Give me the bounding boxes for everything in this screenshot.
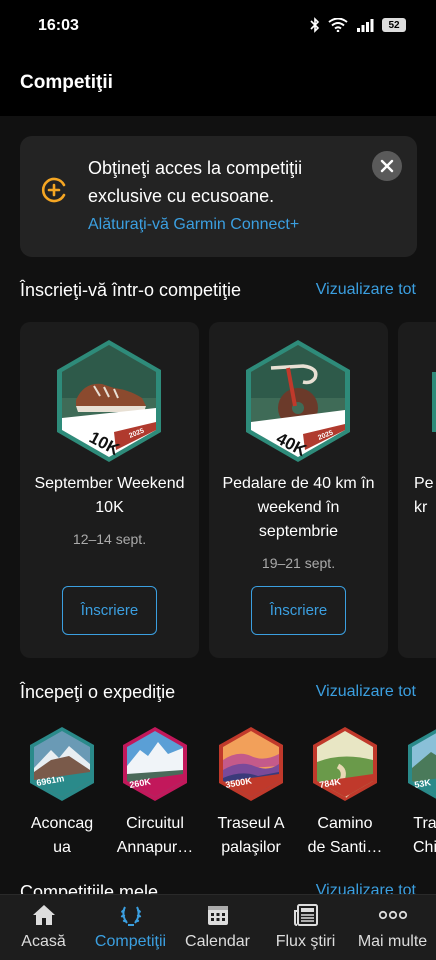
nav-label: Flux ştiri xyxy=(275,933,336,950)
home-icon xyxy=(32,905,55,925)
expeditions-section-title: Începeţi o expediţie xyxy=(20,682,176,702)
expedition-name: Tra Chi xyxy=(412,815,436,856)
join-connect-plus-link[interactable]: Alăturaţi-vă Garmin Connect+ xyxy=(88,216,299,234)
nav-label: Calendar xyxy=(185,933,250,950)
page-title: Competiţii xyxy=(20,72,113,93)
my-competitions-view-all-link[interactable]: Vizualizare tot xyxy=(316,882,416,894)
laurel-icon xyxy=(120,906,141,926)
competition-date: 19–21 sept. xyxy=(261,555,336,571)
main-content[interactable]: Obţineţi acces la competiţii exclusive c… xyxy=(0,116,436,894)
nav-label: Competiţii xyxy=(94,933,167,950)
competitions-view-all-link[interactable]: Vizualizare tot xyxy=(316,281,416,299)
competition-name: September Weekend 10K xyxy=(34,475,185,516)
expedition-name: Circuitul Annapur… xyxy=(116,815,194,856)
competition-card[interactable]: 10K 2025 September Weekend 10K 12–14 sep… xyxy=(20,322,199,658)
connect-plus-icon xyxy=(41,177,66,203)
calendar-icon xyxy=(207,906,228,925)
expedition-name: Aconcag ua xyxy=(30,815,94,856)
running-10k-badge: 10K 2025 xyxy=(57,340,161,462)
bottom-navigation: Acasă Competiţii Calendar Flux ştiri Mai… xyxy=(0,894,436,960)
nav-calendar[interactable]: Calendar xyxy=(174,903,261,951)
nav-more[interactable]: Mai multe xyxy=(349,903,436,951)
expedition-name: Camino de Santi… xyxy=(307,815,383,856)
promo-title: Obţineţi acces la competiţii exclusive c… xyxy=(88,158,303,206)
app-header: Competiţii xyxy=(0,52,436,116)
nav-competitions[interactable]: Competiţii xyxy=(87,903,174,951)
news-icon xyxy=(293,904,318,926)
register-button[interactable]: Înscriere xyxy=(62,586,157,635)
expedition-name: Traseul A palaşilor xyxy=(217,815,285,856)
cycling-40k-badge: 40K 2025 xyxy=(246,340,350,462)
my-competitions-title: Competiţiile mele xyxy=(20,882,159,894)
competitions-section-title: Înscrieţi-vă într-o competiţie xyxy=(20,280,242,300)
nav-label: Mai multe xyxy=(357,933,428,950)
competition-name: Pedalare de 40 km în weekend în septembr… xyxy=(222,475,375,540)
competition-name: Pe kr xyxy=(414,475,434,516)
bluetooth-icon xyxy=(310,17,320,33)
nav-label: Acasă xyxy=(21,933,66,950)
expedition-badge-partial: 53K xyxy=(408,729,436,799)
competition-card[interactable]: Pe kr xyxy=(398,322,436,658)
competition-card[interactable]: 40K 2025 Pedalare de 40 km în weekend în… xyxy=(209,322,388,658)
competition-date: 12–14 sept. xyxy=(72,531,147,547)
close-promo-button[interactable] xyxy=(372,151,402,181)
status-bar: 16:03 52 xyxy=(0,0,436,52)
status-icons: 52 xyxy=(310,17,406,33)
status-time: 16:03 xyxy=(38,17,79,34)
signal-icon xyxy=(357,19,374,32)
close-icon xyxy=(380,159,394,173)
expeditions-view-all-link[interactable]: Vizualizare tot xyxy=(316,683,416,701)
camino-de-santiago-badge: 784K xyxy=(313,727,377,801)
nav-news-feed[interactable]: Flux ştiri xyxy=(262,903,349,951)
promo-card[interactable]: Obţineţi acces la competiţii exclusive c… xyxy=(20,136,417,257)
wifi-icon xyxy=(328,18,348,32)
competition-badge-partial xyxy=(432,372,436,432)
annapurna-badge: 260K xyxy=(123,727,187,801)
battery-indicator: 52 xyxy=(382,18,406,32)
nav-home[interactable]: Acasă xyxy=(0,903,87,951)
more-icon xyxy=(378,910,407,920)
register-button[interactable]: Înscriere xyxy=(251,586,346,635)
appalachian-badge: 3500K xyxy=(219,727,283,801)
aconcagua-badge: 6961m xyxy=(30,727,94,801)
